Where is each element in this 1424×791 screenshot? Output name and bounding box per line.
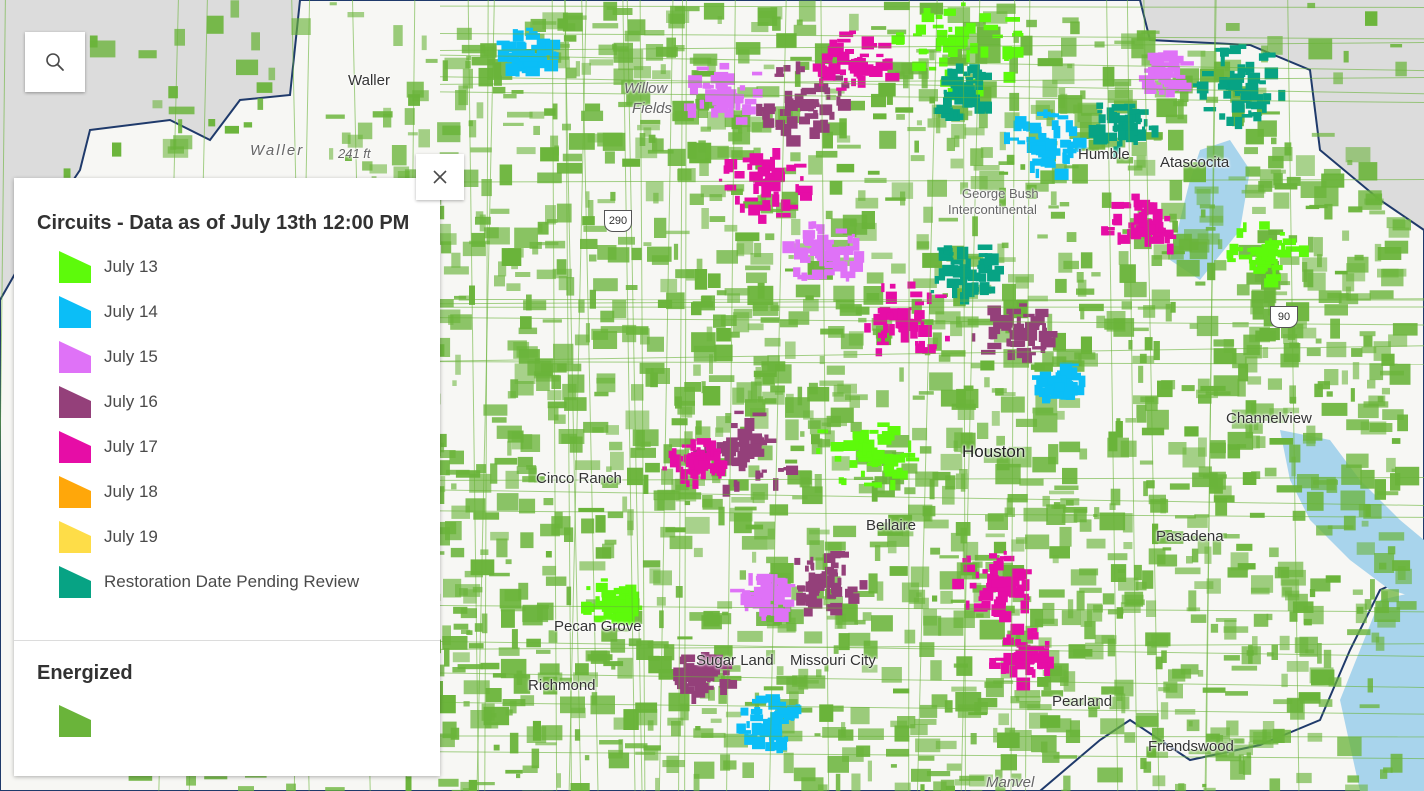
legend-swatch-icon: [59, 386, 91, 418]
legend-item: July 13: [58, 250, 158, 284]
search-button[interactable]: [25, 32, 85, 92]
search-icon: [46, 53, 64, 71]
legend-item-label: July 14: [104, 302, 158, 321]
legend-item-label: July 17: [104, 437, 158, 456]
legend-item-label: July 13: [104, 257, 158, 276]
legend-swatch-icon: [59, 566, 91, 598]
legend-item-label: July 16: [104, 392, 158, 411]
legend-energized-title: Energized: [37, 662, 133, 684]
legend-item-label: Restoration Date Pending Review: [104, 572, 360, 591]
legend-item-label: July 19: [104, 527, 158, 546]
legend-item: July 17: [58, 430, 158, 464]
legend-panel: Circuits - Data as of July 13th 12:00 PM…: [14, 178, 440, 776]
legend-swatch-icon: [59, 251, 91, 283]
legend-divider: [14, 640, 440, 641]
legend-swatch-icon: [59, 431, 91, 463]
energized-swatch-icon: [59, 705, 91, 737]
legend-item-label: July 15: [104, 347, 158, 366]
legend-item-label: July 18: [104, 482, 158, 501]
legend-circuits-title: Circuits - Data as of July 13th 12:00 PM: [37, 212, 410, 234]
legend-item: July 16: [58, 385, 158, 419]
close-icon: [433, 170, 447, 184]
legend-item: Restoration Date Pending Review: [58, 565, 359, 599]
legend-item: July 14: [58, 295, 158, 329]
legend-swatch-icon: [59, 296, 91, 328]
legend-item: July 19: [58, 520, 158, 554]
legend-swatch-icon: [59, 521, 91, 553]
legend-swatch-icon: [59, 476, 91, 508]
highway-shield-us-90: 90: [1270, 306, 1298, 328]
legend-item: July 18: [58, 475, 158, 509]
highway-shield-us-290: 290: [604, 210, 632, 232]
legend-close-button[interactable]: [416, 154, 464, 200]
legend-item-energized: [58, 704, 92, 738]
legend-item: July 15: [58, 340, 158, 374]
legend-swatch-icon: [59, 341, 91, 373]
